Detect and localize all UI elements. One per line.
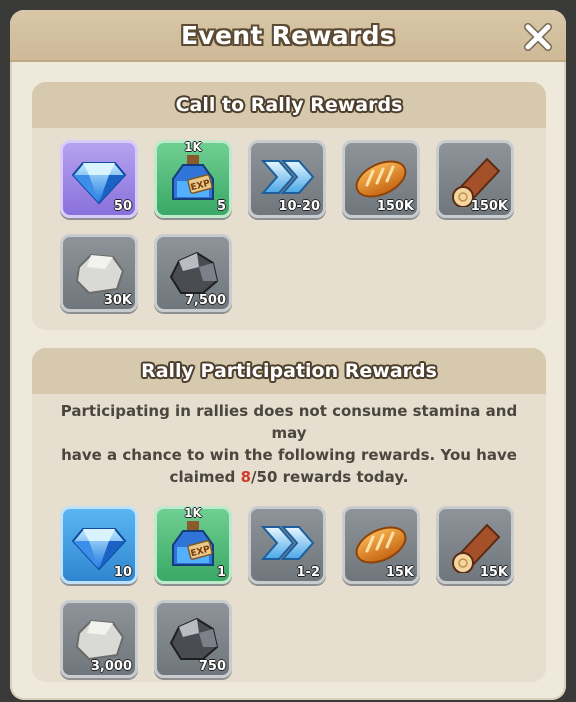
close-button[interactable] <box>522 21 554 53</box>
reward-item-food[interactable]: 15K <box>342 506 420 584</box>
rally-participation-section: Rally Participation Rewards Participatin… <box>32 348 546 682</box>
participation-description: Participating in rallies does not consum… <box>32 394 546 488</box>
wood-log-icon <box>452 523 501 573</box>
reward-item-stone[interactable]: 30K <box>60 234 138 312</box>
reward-quantity: 15K <box>385 565 414 580</box>
exp-potion-icon: EXP <box>172 521 214 566</box>
reward-item-exp-potion[interactable]: 1K EXP 5 <box>154 140 232 218</box>
iron-ore-icon <box>169 251 219 294</box>
bread-icon <box>355 160 407 198</box>
section-title: Rally Participation Rewards <box>141 360 437 382</box>
reward-quantity: 15K <box>479 565 508 580</box>
reward-item-wood[interactable]: 15K <box>436 506 514 584</box>
reward-item-exp-potion[interactable]: 1K EXP 1 <box>154 506 232 584</box>
reward-quantity: 50 <box>113 199 132 214</box>
description-line: have a chance to win the following rewar… <box>61 446 517 464</box>
reward-grid: 10 1K EXP 1 1-2 15K 15K 3,000 750 <box>32 488 546 678</box>
stone-icon <box>75 619 125 661</box>
reward-quantity: 750 <box>198 659 226 674</box>
reward-item-speedup[interactable]: 10-20 <box>248 140 326 218</box>
reward-quantity: 7,500 <box>184 293 226 308</box>
reward-item-food[interactable]: 150K <box>342 140 420 218</box>
speedup-arrows-icon <box>260 526 315 560</box>
section-title: Call to Rally Rewards <box>175 94 403 116</box>
reward-item-diamonds[interactable]: 50 <box>60 140 138 218</box>
modal-header: Event Rewards <box>10 10 566 62</box>
section-header: Call to Rally Rewards <box>32 82 546 128</box>
reward-quantity: 150K <box>470 199 508 214</box>
reward-quantity: 10 <box>113 565 132 580</box>
description-line: claimed 8/50 rewards today. <box>52 466 526 488</box>
reward-quantity: 30K <box>103 293 132 308</box>
claimed-count: 8 <box>240 468 252 486</box>
section-header: Rally Participation Rewards <box>32 348 546 394</box>
bread-icon <box>355 526 407 564</box>
wood-log-icon <box>452 157 501 207</box>
speedup-arrows-icon <box>260 160 315 194</box>
reward-item-stone[interactable]: 3,000 <box>60 600 138 678</box>
reward-quantity: 10-20 <box>278 199 320 214</box>
iron-ore-icon <box>169 617 219 660</box>
reward-quantity: 150K <box>376 199 414 214</box>
reward-item-iron[interactable]: 7,500 <box>154 234 232 312</box>
reward-item-wood[interactable]: 150K <box>436 140 514 218</box>
reward-item-diamonds[interactable]: 10 <box>60 506 138 584</box>
description-text: /50 rewards today. <box>251 468 409 486</box>
reward-item-speedup[interactable]: 1-2 <box>248 506 326 584</box>
description-line: Participating in rallies does not consum… <box>60 402 518 442</box>
description-text: claimed <box>169 468 241 486</box>
reward-grid: 50 1K EXP 5 10-20 150K 150K 30K 7,500 <box>32 128 546 312</box>
reward-quantity: 3,000 <box>90 659 132 674</box>
exp-potion-icon: EXP <box>172 155 214 200</box>
event-rewards-modal: Event Rewards Call to Rally Rewards 50 1… <box>10 10 566 700</box>
reward-quantity: 5 <box>216 199 226 214</box>
call-to-rally-section: Call to Rally Rewards 50 1K EXP 5 10-20 … <box>32 82 546 330</box>
modal-title: Event Rewards <box>181 20 395 50</box>
reward-item-iron[interactable]: 750 <box>154 600 232 678</box>
close-icon <box>524 23 552 51</box>
diamond-icon <box>71 162 127 205</box>
reward-quantity: 1 <box>216 565 226 580</box>
stone-icon <box>75 253 125 295</box>
diamond-icon <box>71 528 127 571</box>
reward-quantity: 1-2 <box>296 565 321 580</box>
